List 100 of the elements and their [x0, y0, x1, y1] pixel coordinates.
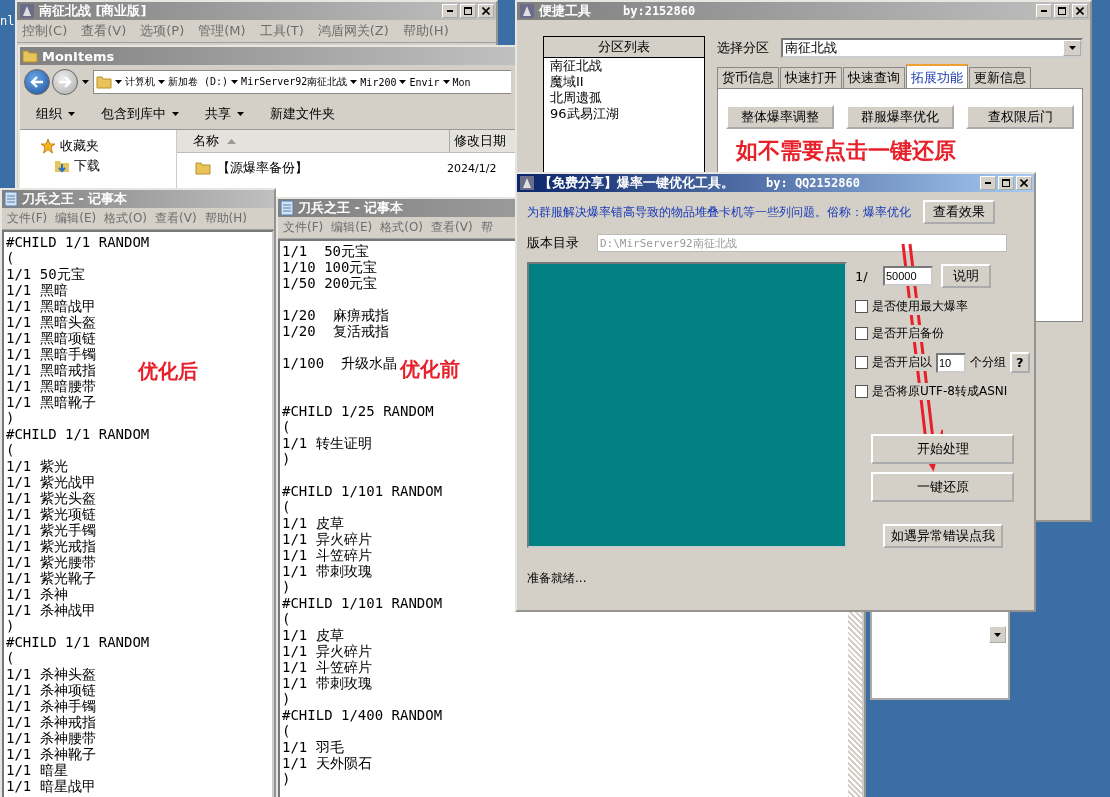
text-line: 1/1 杀神戒指 — [6, 714, 96, 730]
menu-item[interactable]: 查看(V) — [430, 219, 474, 236]
minimize-icon — [1041, 10, 1047, 12]
text-line: #CHILD 1/1 RANDOM — [6, 426, 150, 442]
tab[interactable]: 快速查询 — [843, 67, 905, 88]
button[interactable]: 群服爆率优化 — [846, 105, 954, 129]
button[interactable]: 整体爆率调整 — [726, 105, 834, 129]
column-header[interactable]: 名称 — [177, 130, 450, 152]
dropdown-button[interactable] — [989, 626, 1006, 643]
window-title: 便捷工具 — [539, 2, 591, 20]
text-line: 1/1 杀神头盔 — [6, 666, 96, 682]
close-icon — [482, 7, 490, 15]
button[interactable]: 查权限后门 — [966, 105, 1074, 129]
toolbar-button[interactable]: 组织 — [36, 105, 77, 123]
explain-button[interactable]: 说明 — [941, 264, 991, 288]
menu-item[interactable]: 帮助(H) — [203, 210, 248, 227]
tab[interactable]: 货币信息 — [717, 67, 779, 88]
text-line: 1/1 杀神 — [6, 586, 68, 602]
caret-icon — [158, 80, 165, 84]
scrollbar[interactable] — [848, 612, 862, 797]
menu-item[interactable]: 编辑(E) — [54, 210, 98, 227]
caret-icon — [1068, 46, 1076, 50]
nav-item[interactable]: 下载 — [20, 156, 176, 176]
text-line: ) — [282, 771, 291, 787]
breadcrumb[interactable]: Mon — [452, 76, 471, 88]
tab[interactable]: 更新信息 — [969, 67, 1031, 88]
list-item[interactable]: 北周遗孤 — [544, 90, 704, 106]
menu-item[interactable]: 选项(P) — [139, 22, 186, 40]
action-button[interactable]: 一键还原 — [871, 472, 1014, 502]
group-count-field[interactable]: 10 — [936, 352, 966, 373]
checkbox[interactable] — [855, 356, 868, 369]
breadcrumb[interactable]: 计算机 — [125, 75, 155, 89]
menu-item[interactable]: 鸿盾网关(Z) — [316, 22, 390, 40]
text-line: 1/1 黑暗靴子 — [6, 394, 96, 410]
maximize-button[interactable] — [998, 176, 1014, 190]
menu-item[interactable]: 文件(F) — [282, 219, 325, 236]
menu-item[interactable]: 管理(M) — [197, 22, 247, 40]
list-item[interactable]: 魔域II — [544, 74, 704, 90]
list-header: 分区列表 — [544, 37, 704, 58]
forward-button[interactable] — [52, 69, 78, 95]
text-line: 1/1 天外陨石 — [282, 755, 372, 771]
text-line: 1/1 斗笠碎片 — [282, 547, 372, 563]
minimize-button[interactable] — [980, 176, 996, 190]
app-icon — [519, 175, 535, 191]
list-item[interactable]: 南征北战 — [544, 58, 704, 74]
view-effect-button[interactable]: 查看效果 — [923, 200, 995, 224]
toolbar-button[interactable]: 包含到库中 — [101, 105, 181, 123]
checkbox[interactable] — [855, 300, 868, 313]
back-button[interactable] — [24, 69, 50, 95]
text-line: ( — [6, 650, 15, 666]
toolbar-button[interactable]: 新建文件夹 — [270, 105, 335, 123]
notepad-icon — [4, 191, 18, 207]
column-header[interactable]: 修改日期 — [450, 130, 510, 152]
breadcrumb[interactable]: Mir200 — [360, 76, 397, 88]
text-line: 1/1 杀神项链 — [6, 682, 96, 698]
menu-item[interactable]: 查看(V) — [80, 22, 128, 40]
text-line: 1/20 麻痹戒指 — [282, 307, 389, 323]
menu-item[interactable]: 查看(V) — [154, 210, 198, 227]
text-line: 1/1 黑暗项链 — [6, 330, 96, 346]
checkbox[interactable] — [855, 385, 868, 398]
menu-item[interactable]: 控制(C) — [21, 22, 69, 40]
status-text: 准备就绪... — [527, 570, 588, 587]
nav-item[interactable]: 收藏夹 — [20, 136, 176, 156]
menu-item[interactable]: 格式(O) — [103, 210, 149, 227]
download-icon — [54, 158, 70, 174]
partition-dropdown[interactable]: 南征北战 — [781, 38, 1083, 58]
app-icon — [519, 3, 535, 19]
breadcrumb[interactable]: 新加卷 (D:) — [168, 75, 229, 89]
list-item[interactable]: 96武易江湖 — [544, 106, 704, 122]
menu-item[interactable]: 帮 — [479, 219, 494, 236]
help-button[interactable]: ? — [1010, 352, 1030, 373]
text-line: #CHILD 1/1 RANDOM — [6, 634, 150, 650]
text-line: ) — [282, 451, 291, 467]
tab[interactable]: 快速打开 — [780, 67, 842, 88]
menu-item[interactable]: 文件(F) — [6, 210, 49, 227]
text-line: #CHILD 1/101 RANDOM — [282, 483, 443, 499]
checkbox[interactable] — [855, 327, 868, 340]
window-title: 【免费分享】爆率一键优化工具。 — [539, 174, 734, 192]
rate-field[interactable]: 50000 — [883, 266, 933, 286]
toolbar-button[interactable]: 共享 — [205, 105, 246, 123]
sort-arrow-icon — [227, 138, 236, 144]
tab[interactable]: 拓展功能 — [906, 64, 968, 88]
close-icon — [1020, 179, 1028, 187]
file-row[interactable]: 【源爆率备份】 — [195, 159, 447, 177]
menu-item[interactable]: 编辑(E) — [330, 219, 374, 236]
annotation-text: 如不需要点击一键还原 — [736, 137, 956, 165]
app-icon — [19, 3, 35, 19]
text-line: #CHILD 1/101 RANDOM — [282, 595, 443, 611]
breadcrumb[interactable]: Envir — [409, 76, 440, 88]
menu-item[interactable]: 帮助(H) — [401, 22, 450, 40]
breadcrumb[interactable]: MirServer92南征北战 — [241, 75, 348, 89]
text-line: 1/1 50元宝 — [282, 243, 369, 259]
text-line: 1/1 黑暗手镯 — [6, 346, 96, 362]
address-bar[interactable]: 计算机 新加卷 (D:) MirServer92南征北战 Mir200 Envir Mon — [93, 70, 511, 94]
action-button[interactable]: 开始处理 — [871, 434, 1014, 464]
menu-item[interactable]: 格式(O) — [379, 219, 425, 236]
minimize-icon — [447, 10, 453, 12]
error-help-button[interactable]: 如遇异常错误点我 — [883, 524, 1003, 548]
text-line: ( — [282, 723, 291, 739]
close-button[interactable] — [1016, 176, 1032, 190]
